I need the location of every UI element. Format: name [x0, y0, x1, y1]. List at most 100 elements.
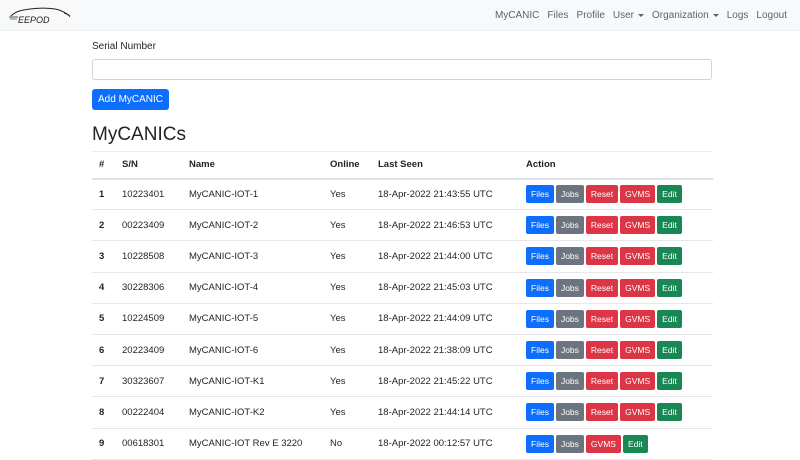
- files-button[interactable]: Files: [526, 185, 554, 204]
- row-last-seen: 18-Apr-2022 21:38:09 UTC: [371, 334, 519, 367]
- reset-button[interactable]: Reset: [585, 278, 619, 297]
- jobs-button[interactable]: Jobs: [555, 216, 584, 235]
- files-button[interactable]: Files: [526, 309, 554, 328]
- gvms-button[interactable]: GVMS: [620, 309, 656, 328]
- action-buttons: Files Jobs Reset GVMS Edit: [526, 278, 713, 297]
- nav-logout-label: Logout: [756, 9, 787, 21]
- row-serial: 10223401: [115, 178, 182, 211]
- serial-number-label: Serial Number: [92, 41, 156, 52]
- header-index: #: [92, 151, 115, 180]
- header-last-seen: Last Seen: [371, 151, 519, 180]
- brand-name: EEPOD: [18, 15, 50, 25]
- edit-button[interactable]: Edit: [657, 185, 682, 204]
- files-button[interactable]: Files: [526, 372, 554, 391]
- row-index: 3: [92, 240, 115, 273]
- row-serial: 10228508: [115, 240, 182, 273]
- jobs-button[interactable]: Jobs: [555, 372, 584, 391]
- reset-button[interactable]: Reset: [585, 372, 619, 391]
- files-button[interactable]: Files: [526, 247, 554, 266]
- reset-button[interactable]: Reset: [585, 309, 619, 328]
- reset-button[interactable]: Reset: [585, 341, 619, 360]
- files-button[interactable]: Files: [526, 403, 554, 422]
- row-online: Yes: [323, 209, 371, 242]
- files-button[interactable]: Files: [526, 341, 554, 360]
- edit-button[interactable]: Edit: [622, 434, 648, 453]
- nav-organization[interactable]: Organization: [648, 10, 723, 21]
- nav-logs[interactable]: Logs: [723, 10, 753, 21]
- serial-number-input[interactable]: [92, 59, 712, 80]
- row-index: 4: [92, 272, 115, 304]
- row-online: Yes: [323, 240, 371, 273]
- files-button[interactable]: Files: [526, 434, 554, 453]
- main-content: Serial Number Add MyCANIC MyCANICs # S/N…: [92, 31, 713, 460]
- row-serial: 00223409: [115, 209, 182, 242]
- edit-button[interactable]: Edit: [657, 216, 682, 235]
- reset-button[interactable]: Reset: [585, 216, 619, 235]
- row-online: No: [323, 428, 371, 460]
- jobs-button[interactable]: Jobs: [555, 341, 584, 360]
- table-row: 3 10228508 MyCANIC-IOT-3 Yes 18-Apr-2022 21:…: [92, 240, 713, 273]
- add-mycanic-button[interactable]: Add MyCANIC: [92, 89, 170, 110]
- row-actions: Files Jobs Reset GVMS Edit: [519, 272, 713, 304]
- nav-files-label: Files: [547, 9, 569, 21]
- header-action: Action: [519, 151, 713, 180]
- row-last-seen: 18-Apr-2022 21:46:53 UTC: [371, 209, 519, 242]
- gvms-button[interactable]: GVMS: [620, 403, 656, 422]
- gvms-button[interactable]: GVMS: [620, 278, 656, 297]
- table-row: 5 10224509 MyCANIC-IOT-5 Yes 18-Apr-2022 21:…: [92, 303, 713, 335]
- table-body: 1 10223401 MyCANIC-IOT-1 Yes 18-Apr-2022 21:…: [92, 178, 713, 460]
- nav-files[interactable]: Files: [543, 10, 572, 21]
- jobs-button[interactable]: Jobs: [555, 247, 584, 266]
- gvms-button[interactable]: GVMS: [620, 341, 656, 360]
- row-serial: 30323607: [115, 365, 182, 398]
- edit-button[interactable]: Edit: [657, 403, 682, 422]
- edit-button[interactable]: Edit: [657, 372, 682, 391]
- reset-button[interactable]: Reset: [585, 403, 619, 422]
- row-actions: Files Jobs GVMS Edit: [519, 428, 713, 460]
- table-row: 1 10223401 MyCANIC-IOT-1 Yes 18-Apr-2022 21:…: [92, 178, 713, 211]
- nav-profile[interactable]: Profile: [573, 10, 609, 21]
- mycanics-table: # S/N Name Online Last Seen Action 1 1022…: [92, 151, 713, 460]
- gvms-button[interactable]: GVMS: [585, 434, 621, 453]
- edit-button[interactable]: Edit: [657, 247, 682, 266]
- row-actions: Files Jobs Reset GVMS Edit: [519, 334, 713, 367]
- action-buttons: Files Jobs GVMS Edit: [526, 434, 713, 453]
- row-actions: Files Jobs Reset GVMS Edit: [519, 365, 713, 398]
- gvms-button[interactable]: GVMS: [620, 216, 656, 235]
- brand-logo[interactable]: EEPOD: [8, 0, 72, 31]
- table-row: 6 20223409 MyCANIC-IOT-6 Yes 18-Apr-2022 21:…: [92, 334, 713, 367]
- files-button[interactable]: Files: [526, 278, 554, 297]
- gvms-button[interactable]: GVMS: [620, 185, 656, 204]
- row-last-seen: 18-Apr-2022 21:45:22 UTC: [371, 365, 519, 398]
- row-serial: 00618301: [115, 428, 182, 460]
- table-row: 7 30323607 MyCANIC-IOT-K1 Yes 18-Apr-2022 21…: [92, 365, 713, 398]
- gvms-button[interactable]: GVMS: [620, 372, 656, 391]
- row-online: Yes: [323, 178, 371, 211]
- edit-button[interactable]: Edit: [657, 278, 682, 297]
- row-last-seen: 18-Apr-2022 21:44:00 UTC: [371, 240, 519, 273]
- nav-user[interactable]: User: [609, 10, 648, 21]
- nav-mycanic[interactable]: MyCANIC: [491, 10, 543, 21]
- row-last-seen: 18-Apr-2022 21:44:09 UTC: [371, 303, 519, 335]
- row-last-seen: 18-Apr-2022 21:45:03 UTC: [371, 272, 519, 304]
- table-row: 2 00223409 MyCANIC-IOT-2 Yes 18-Apr-2022 21:…: [92, 209, 713, 242]
- row-actions: Files Jobs Reset GVMS Edit: [519, 209, 713, 242]
- jobs-button[interactable]: Jobs: [555, 434, 584, 453]
- row-serial: 20223409: [115, 334, 182, 367]
- header-online: Online: [323, 151, 371, 180]
- files-button[interactable]: Files: [526, 216, 554, 235]
- jobs-button[interactable]: Jobs: [555, 185, 584, 204]
- jobs-button[interactable]: Jobs: [555, 309, 584, 328]
- jobs-button[interactable]: Jobs: [555, 278, 584, 297]
- gvms-button[interactable]: GVMS: [620, 247, 656, 266]
- reset-button[interactable]: Reset: [585, 185, 619, 204]
- jobs-button[interactable]: Jobs: [555, 403, 584, 422]
- row-index: 1: [92, 178, 115, 211]
- row-last-seen: 18-Apr-2022 21:44:14 UTC: [371, 396, 519, 429]
- nav-logout[interactable]: Logout: [752, 10, 791, 21]
- edit-button[interactable]: Edit: [657, 341, 682, 360]
- table-row: 9 00618301 MyCANIC-IOT Rev E 3220 No 18-Apr-…: [92, 428, 713, 460]
- row-index: 9: [92, 428, 115, 460]
- reset-button[interactable]: Reset: [585, 247, 619, 266]
- edit-button[interactable]: Edit: [657, 309, 682, 328]
